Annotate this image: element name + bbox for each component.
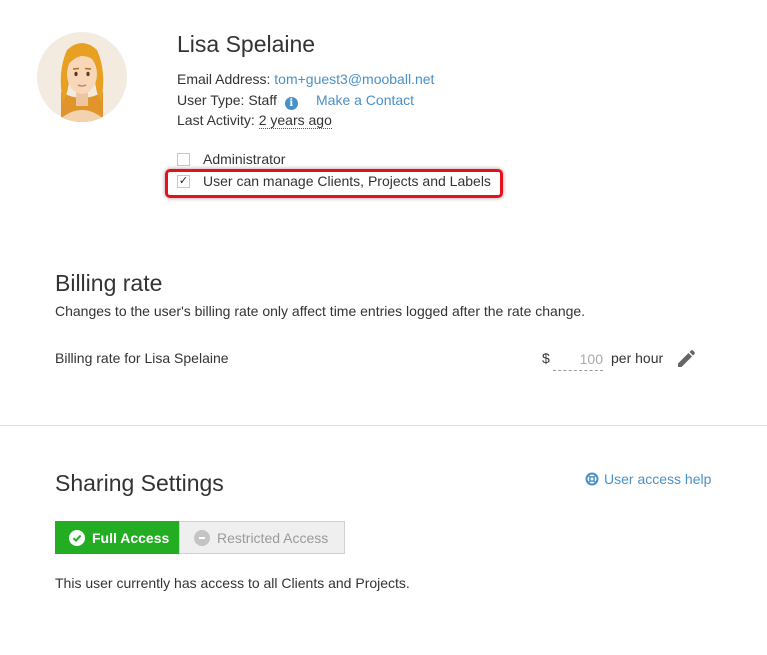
restricted-access-label: Restricted Access	[217, 529, 329, 546]
last-activity-row: Last Activity: 2 years ago	[177, 112, 332, 129]
user-avatar-illustration	[59, 43, 105, 122]
administrator-label: Administrator	[203, 151, 286, 167]
section-divider	[0, 425, 767, 426]
user-access-help-label: User access help	[604, 471, 712, 487]
per-hour-label: per hour	[611, 350, 664, 366]
last-activity-value: 2 years ago	[258, 112, 332, 129]
restricted-access-button[interactable]: Restricted Access	[179, 521, 345, 554]
user-type-label: User Type:	[177, 92, 245, 108]
email-link[interactable]: tom+guest3@mooball.net	[274, 71, 434, 87]
email-row: Email Address: tom+guest3@mooball.net	[177, 71, 434, 87]
administrator-checkbox[interactable]	[177, 153, 190, 166]
highlight-annotation	[165, 169, 503, 198]
full-access-label: Full Access	[92, 529, 170, 546]
user-access-help-link[interactable]: User access help	[585, 471, 711, 487]
user-type-value: Staff	[248, 92, 277, 108]
avatar	[37, 32, 127, 122]
minus-circle-icon	[194, 529, 210, 546]
currency-symbol: $	[542, 350, 550, 366]
lifebuoy-icon	[585, 472, 599, 486]
billing-rate-label: Billing rate for Lisa Spelaine	[55, 350, 229, 366]
pencil-icon[interactable]	[676, 349, 696, 369]
check-circle-icon	[69, 529, 85, 546]
full-access-button[interactable]: Full Access	[55, 521, 179, 554]
email-label: Email Address:	[177, 71, 271, 87]
user-name: Lisa Spelaine	[177, 31, 316, 57]
access-status-text: This user currently has access to all Cl…	[55, 575, 410, 591]
billing-rate-title: Billing rate	[55, 270, 163, 296]
billing-rate-input[interactable]	[553, 348, 603, 371]
user-type-row: User Type: Staff i	[177, 92, 298, 110]
billing-rate-description: Changes to the user's billing rate only …	[55, 303, 586, 319]
info-icon[interactable]: i	[284, 97, 298, 110]
sharing-settings-title: Sharing Settings	[55, 470, 224, 496]
last-activity-label: Last Activity:	[177, 112, 255, 128]
make-contact-link[interactable]: Make a Contact	[316, 92, 414, 108]
